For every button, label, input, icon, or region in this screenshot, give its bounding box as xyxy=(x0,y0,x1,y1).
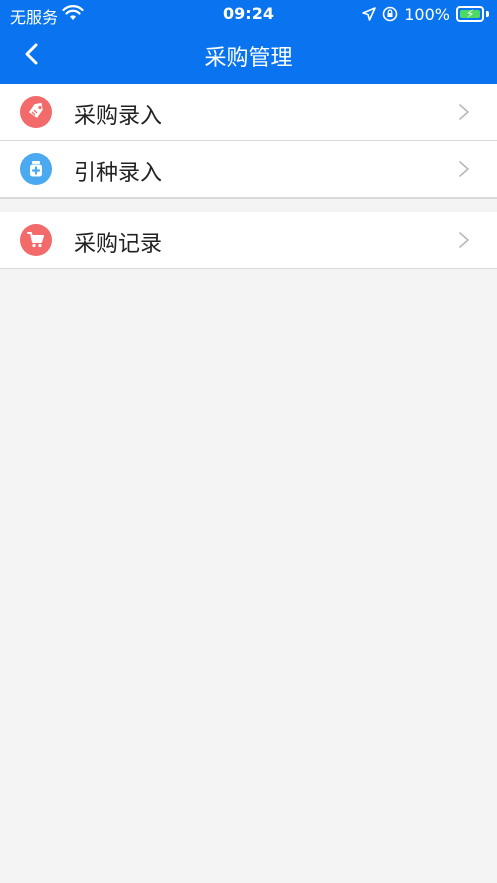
battery-percent: 100% xyxy=(404,4,450,24)
status-right: 100% ⚡ xyxy=(362,4,489,24)
menu-item-label: 采购记录 xyxy=(74,232,163,257)
rotation-lock-icon xyxy=(382,6,398,22)
medical-bottle-icon xyxy=(20,153,52,185)
chevron-right-icon xyxy=(459,161,469,177)
menu-item-label: 采购录入 xyxy=(74,104,163,129)
section-divider xyxy=(0,198,497,212)
menu-item-purchase-records[interactable]: 采购记录 xyxy=(0,212,497,269)
battery-tip xyxy=(486,11,489,17)
cart-icon xyxy=(20,224,52,256)
menu-item-purchase-entry[interactable]: 采购录入 xyxy=(0,84,497,141)
page-title: 采购管理 xyxy=(204,46,293,71)
chevron-right-icon xyxy=(459,104,469,120)
menu-item-label: 引种录入 xyxy=(74,161,163,186)
menu-item-breed-entry[interactable]: 引种录入 xyxy=(0,141,497,198)
location-arrow-icon xyxy=(362,7,377,21)
battery-icon: ⚡ xyxy=(456,6,484,22)
top-bar: 无服务 09:24 100% ⚡ 采购管理 xyxy=(0,0,497,84)
nav-bar: 采购管理 xyxy=(0,28,497,84)
menu-group-2: 采购记录 xyxy=(0,212,497,269)
tag-icon xyxy=(20,96,52,128)
menu-group-1: 采购录入 引种录入 xyxy=(0,84,497,198)
chevron-right-icon xyxy=(459,232,469,248)
status-bar: 无服务 09:24 100% ⚡ xyxy=(0,0,497,28)
